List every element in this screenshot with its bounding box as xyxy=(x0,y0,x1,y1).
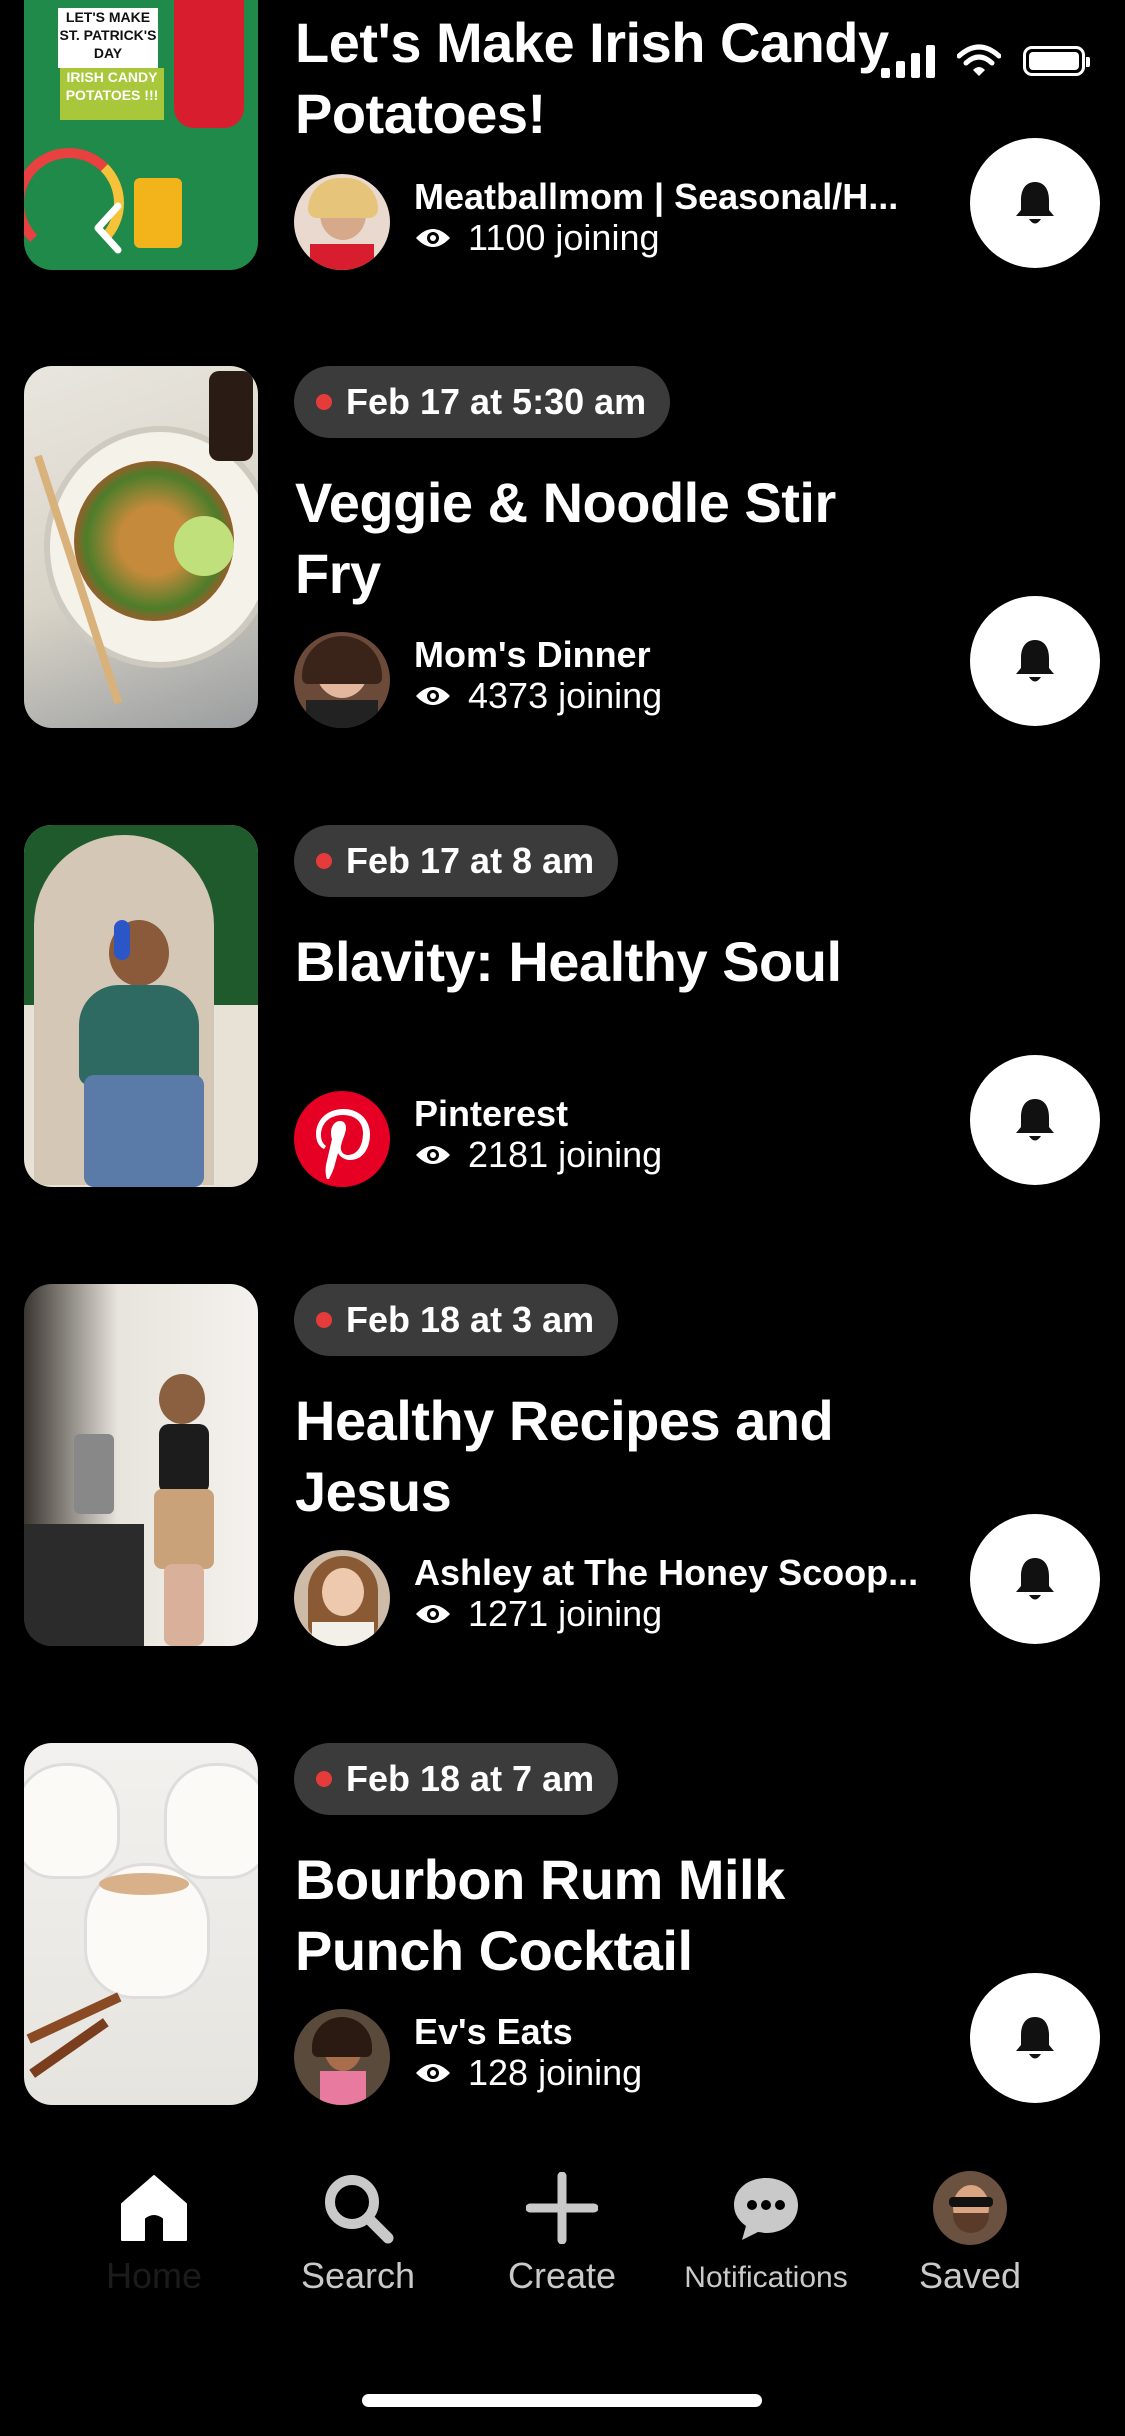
camo-shorts xyxy=(84,1075,204,1187)
remind-me-button[interactable] xyxy=(970,1055,1100,1185)
joining-count: 128 joining xyxy=(414,2052,642,2094)
event-title[interactable]: Veggie & Noodle Stir Fry xyxy=(295,467,935,609)
thumbnail-caption-2: IRISH CANDY POTATOES !!! xyxy=(60,68,164,120)
joining-text: 2181 joining xyxy=(468,1134,663,1175)
event-date: Feb 18 at 3 am xyxy=(346,1299,595,1340)
creator-name[interactable]: Meatballmom | Seasonal/H... xyxy=(414,176,934,218)
event-title[interactable]: Blavity: Healthy Soul xyxy=(295,926,935,997)
tab-notifications[interactable]: Notifications xyxy=(666,2165,866,2295)
tab-create[interactable]: Create xyxy=(462,2165,662,2297)
event-title[interactable]: Let's Make Irish Candy Potatoes! xyxy=(295,7,935,149)
joining-text: 1271 joining xyxy=(468,1593,663,1634)
headphones xyxy=(114,920,130,960)
event-thumbnail[interactable] xyxy=(24,825,258,1187)
home-icon xyxy=(121,2175,187,2241)
tab-create-label: Create xyxy=(507,2255,617,2296)
event-card[interactable]: Feb 17 at 5:30 am Veggie & Noodle Stir F… xyxy=(0,366,1125,728)
blender xyxy=(74,1434,114,1514)
remind-me-button[interactable] xyxy=(970,596,1100,726)
event-thumbnail[interactable] xyxy=(24,1284,258,1646)
live-dot xyxy=(316,1771,332,1787)
live-dot xyxy=(316,394,332,410)
home-indicator[interactable] xyxy=(362,2394,762,2407)
event-date-pill: Feb 18 at 3 am xyxy=(294,1284,619,1356)
gold-coins-graphic xyxy=(134,178,182,248)
event-thumbnail[interactable] xyxy=(24,1743,258,2105)
event-thumbnail[interactable] xyxy=(24,366,258,728)
event-date-pill: Feb 17 at 8 am xyxy=(294,825,619,897)
tab-saved[interactable]: Saved xyxy=(870,2165,1070,2297)
live-dot xyxy=(316,853,332,869)
event-title[interactable]: Bourbon Rum Milk Punch Cocktail xyxy=(295,1844,935,1986)
creator-avatar[interactable] xyxy=(294,632,390,728)
event-card[interactable]: Feb 17 at 8 am Blavity: Healthy Soul Pin… xyxy=(0,825,1125,1187)
eye-icon xyxy=(416,1605,450,1623)
joining-text: 1100 joining xyxy=(468,217,660,258)
tab-home-label: Home xyxy=(105,2255,203,2296)
pinterest-logo-icon xyxy=(316,1109,370,1179)
eye-icon xyxy=(416,687,450,705)
plus-icon xyxy=(526,2172,598,2244)
event-date-pill: Feb 18 at 7 am xyxy=(294,1743,619,1815)
eye-icon xyxy=(416,1146,450,1164)
event-title[interactable]: Healthy Recipes and Jesus xyxy=(295,1385,935,1527)
event-date: Feb 18 at 7 am xyxy=(346,1758,595,1799)
chat-bubble-icon xyxy=(734,2178,798,2240)
event-card[interactable]: LET'S MAKE ST. PATRICK'S DAY IRISH CANDY… xyxy=(0,0,1125,270)
glass xyxy=(164,1763,258,1879)
remind-me-button[interactable] xyxy=(970,1514,1100,1644)
event-date-pill: Feb 17 at 5:30 am xyxy=(294,366,671,438)
punch-foam xyxy=(99,1873,189,1895)
creator-name[interactable]: Mom's Dinner xyxy=(414,634,934,676)
person-legs xyxy=(164,1564,204,1646)
tab-notifications-label: Notifications xyxy=(684,2261,848,2294)
back-chevron-icon[interactable] xyxy=(84,198,134,258)
eye-icon xyxy=(416,2064,450,2082)
remind-me-button[interactable] xyxy=(970,1973,1100,2103)
joining-count: 1271 joining xyxy=(414,1593,662,1635)
joining-count: 1100 joining xyxy=(414,217,660,259)
event-card[interactable]: Feb 18 at 7 am Bourbon Rum Milk Punch Co… xyxy=(0,1743,1125,2105)
bottom-tab-bar: Home Search Create Notifications Saved xyxy=(0,2165,1125,2335)
search-icon xyxy=(325,2175,394,2244)
sauce-bottle xyxy=(209,371,253,461)
creator-avatar[interactable] xyxy=(294,174,390,270)
lime xyxy=(174,516,234,576)
bell-icon xyxy=(1016,1558,1054,1600)
stove xyxy=(24,1524,144,1646)
profile-avatar xyxy=(933,2171,1007,2245)
joining-count: 2181 joining xyxy=(414,1134,662,1176)
creator-avatar[interactable] xyxy=(294,1091,390,1187)
live-dot xyxy=(316,1312,332,1328)
bell-icon xyxy=(1016,182,1054,224)
person-head xyxy=(159,1374,205,1424)
creator-avatar[interactable] xyxy=(294,2009,390,2105)
bell-icon xyxy=(1016,2017,1054,2059)
event-card[interactable]: Feb 18 at 3 am Healthy Recipes and Jesus… xyxy=(0,1284,1125,1646)
person-shorts xyxy=(154,1489,214,1569)
creator-avatar[interactable] xyxy=(294,1550,390,1646)
event-date: Feb 17 at 5:30 am xyxy=(346,381,647,422)
eye-icon xyxy=(416,229,450,247)
glass xyxy=(24,1763,120,1879)
remind-me-button[interactable] xyxy=(970,138,1100,268)
tab-search[interactable]: Search xyxy=(258,2165,458,2297)
person-top xyxy=(159,1424,209,1494)
creator-name[interactable]: Pinterest xyxy=(414,1093,934,1135)
tab-home[interactable]: Home xyxy=(54,2165,254,2297)
thumbnail-caption: LET'S MAKE ST. PATRICK'S DAY xyxy=(58,8,158,68)
joining-count: 4373 joining xyxy=(414,675,662,717)
joining-text: 128 joining xyxy=(468,2052,643,2093)
event-thumbnail[interactable]: LET'S MAKE ST. PATRICK'S DAY IRISH CANDY… xyxy=(24,0,258,270)
creator-name[interactable]: Ev's Eats xyxy=(414,2011,934,2053)
person-figure xyxy=(174,0,244,128)
creator-name[interactable]: Ashley at The Honey Scoop... xyxy=(414,1552,934,1594)
event-date: Feb 17 at 8 am xyxy=(346,840,595,881)
tab-saved-label: Saved xyxy=(918,2255,1022,2296)
tab-search-label: Search xyxy=(300,2255,416,2296)
sports-top xyxy=(79,985,199,1085)
bell-icon xyxy=(1016,640,1054,682)
bell-icon xyxy=(1016,1099,1054,1141)
joining-text: 4373 joining xyxy=(468,675,663,716)
